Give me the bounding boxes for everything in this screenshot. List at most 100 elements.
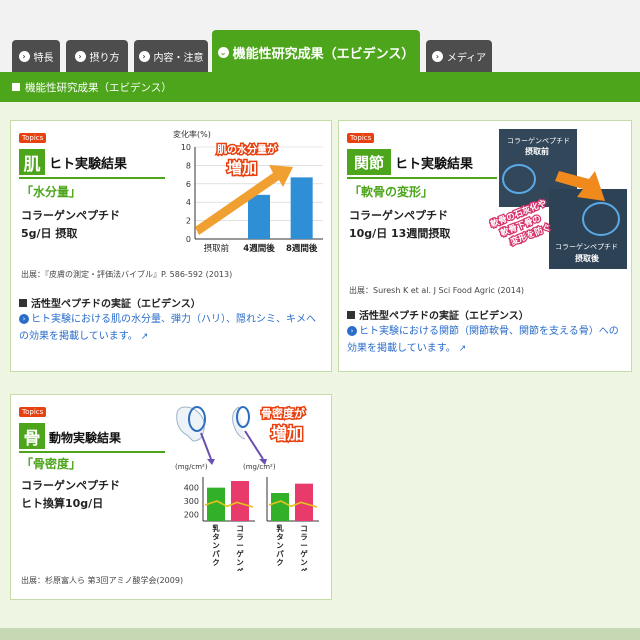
chevron-right-icon: › [74, 50, 86, 62]
chart-bar [248, 194, 270, 239]
topics-badge: Topics [347, 133, 375, 143]
source-citation: 出展：杉原富人ら 第3回アミノ酸学会(2009) [21, 576, 184, 585]
card-skin: Topics 肌 ヒト実験結果 「水分量」 コラーゲンペプチド 5g/日 摂取 … [10, 120, 332, 372]
category-badge-skin: 肌 [19, 149, 45, 175]
dose: ヒト換算10g/日 [21, 497, 104, 510]
xray-after-label-1: コラーゲンペプチド [555, 242, 618, 251]
x-tick-label: 8週間後 [286, 243, 318, 254]
measure-label: 「軟骨の変形」 [349, 185, 434, 199]
y-tick-label: 4 [186, 198, 191, 207]
x-tick-label: 乳タンパク [212, 523, 220, 567]
evidence-link-text: ヒト実験における関節（関節軟骨、関節を支える骨）への効果を掲載しています。 [347, 326, 619, 354]
chart-bar [295, 483, 313, 521]
card-bone: Topics 骨 動物実験結果 「骨密度」 コラーゲンペプチド ヒト換算10g/… [10, 394, 332, 600]
tab-bar: › 特長 › 摂り方 › 内容・注意 ⌄ 機能性研究成果（エビデンス） › メデ… [0, 0, 640, 74]
pointer-arrow [244, 430, 264, 460]
card-subtitle: ヒト実験結果 [395, 157, 474, 172]
square-icon [347, 310, 355, 319]
square-icon [12, 83, 20, 91]
chevron-right-icon: › [138, 50, 150, 62]
chart-bar [271, 493, 289, 521]
y-tick-label: 6 [186, 180, 191, 189]
skin-chart: 変化率(%) 0 2 4 6 8 10 肌の水分量が 増加 摂取前 4週間後 8週間後 [173, 129, 323, 254]
chart-ylabel: (mg/cm²) [175, 463, 208, 471]
tab-label: メディア [446, 52, 487, 64]
x-tick-label: 4週間後 [243, 243, 275, 254]
dose: 10g/日 13週間摂取 [349, 227, 451, 240]
external-link-icon: ↗ [140, 332, 149, 342]
divider [347, 177, 497, 179]
arrow-right-icon: › [19, 314, 29, 324]
product-name: コラーゲンペプチド [21, 479, 120, 492]
chart-xlabels: 摂取前 4週間後 8週間後 [204, 243, 318, 254]
y-tick-label: 8 [186, 161, 191, 170]
measure-label: 「骨密度」 [21, 457, 82, 471]
y-tick-label: 200 [184, 510, 199, 519]
chevron-down-icon: ⌄ [217, 46, 229, 58]
x-tick-label: 摂取前 [204, 243, 230, 254]
tab-contents-notes[interactable]: › 内容・注意 [134, 40, 208, 72]
xray-before-label-1: コラーゲンペプチド [507, 136, 570, 145]
evidence-link[interactable]: › ヒト実験における関節（関節軟骨、関節を支える骨）への効果を掲載しています。 ↗ [347, 323, 627, 358]
tab-label: 摂り方 [89, 52, 120, 64]
chart-bar [231, 481, 249, 521]
source-citation: 出展：Suresh K et al. J Sci Food Agric (201… [349, 286, 525, 295]
tab-media[interactable]: › メディア [426, 40, 492, 72]
x-tick-label: コラーゲンペプチド [236, 524, 244, 571]
evidence-heading: 活性型ペプチドの実証（エビデンス） [19, 295, 201, 310]
evidence-link-text: ヒト実験における肌の水分量、弾力（ハリ）、隠れシミ、キメへの効果を掲載しています… [19, 314, 316, 342]
chart-ylabel: 変化率(%) [173, 129, 211, 139]
tab-label: 特長 [33, 52, 54, 64]
chevron-right-icon: › [18, 50, 30, 62]
card-subtitle: ヒト実験結果 [49, 157, 128, 172]
tab-label: 機能性研究成果（エビデンス） [232, 46, 415, 62]
dose: 5g/日 摂取 [21, 227, 78, 240]
y-tick-label: 300 [184, 497, 199, 506]
card-subtitle: 動物実験結果 [49, 431, 122, 445]
tab-features[interactable]: › 特長 [12, 40, 60, 72]
divider [19, 177, 165, 179]
section-title: 機能性研究成果（エビデンス） [25, 81, 172, 94]
callout-big: 増加 [271, 424, 303, 443]
topics-badge: Topics [19, 407, 47, 417]
product-name: コラーゲンペプチド [349, 209, 448, 222]
evidence-heading: 活性型ペプチドの実証（エビデンス） [347, 307, 529, 322]
category-badge-bone: 骨 [19, 423, 45, 449]
card-joint: Topics 関節 ヒト実験結果 「軟骨の変形」 コラーゲンペプチド 10g/日… [338, 120, 632, 372]
chart-ylabel: (mg/cm²) [243, 463, 276, 471]
evidence-heading-text: 活性型ペプチドの実証（エビデンス） [31, 299, 201, 310]
product-name: コラーゲンペプチド [21, 209, 120, 222]
tab-label: 内容・注意 [153, 52, 204, 64]
external-link-icon: ↗ [458, 344, 467, 354]
source-citation: 出展：『皮膚の測定・評価法バイブル』P. 586-592 (2013) [21, 270, 233, 279]
bone-chart-2: 乳タンパク コラーゲンペプチド [266, 477, 319, 571]
section-header: 機能性研究成果（エビデンス） [0, 72, 640, 102]
y-tick-label: 2 [186, 217, 191, 226]
bone-chart-1: 200 300 400 乳タンパク コラーゲンペプチド [184, 477, 255, 571]
bone-figure: 骨密度が 増加 (mg/cm²) 200 300 400 乳タンパク コラーゲンペプチド… [175, 405, 319, 571]
tab-how-to-take[interactable]: › 摂り方 [66, 40, 128, 72]
evidence-heading-text: 活性型ペプチドの実証（エビデンス） [359, 311, 529, 322]
x-tick-label: コラーゲンペプチド [300, 524, 308, 571]
callout-top: 骨密度が [261, 406, 305, 420]
topics-badge: Topics [19, 133, 47, 143]
annotation-big: 増加 [227, 159, 257, 177]
xray-before-label-2: 摂取前 [525, 146, 549, 156]
arrow-right-icon: › [347, 326, 357, 336]
pointer-arrow-head [207, 459, 215, 465]
footer-strip [0, 628, 640, 640]
xray-after-label-2: 摂取後 [575, 253, 600, 263]
pointer-arrow [200, 432, 212, 460]
joint-xray-figure: コラーゲンペプチド 摂取前 コラーゲンペプチド 摂取後 軟骨の石灰化や 軟骨下骨… [489, 129, 627, 269]
category-badge-joint: 関節 [347, 149, 391, 175]
divider [19, 451, 165, 453]
y-tick-label: 400 [184, 484, 199, 493]
measure-label: 「水分量」 [21, 185, 82, 199]
tab-evidence[interactable]: ⌄ 機能性研究成果（エビデンス） [212, 30, 420, 74]
y-tick-label: 10 [181, 143, 191, 152]
annotation-top: 肌の水分量が [217, 143, 278, 156]
x-tick-label: 乳タンパク [276, 523, 284, 567]
y-tick-label: 0 [186, 235, 191, 244]
evidence-link[interactable]: › ヒト実験における肌の水分量、弾力（ハリ）、隠れシミ、キメへの効果を掲載していま… [19, 311, 319, 346]
square-icon [19, 298, 27, 307]
